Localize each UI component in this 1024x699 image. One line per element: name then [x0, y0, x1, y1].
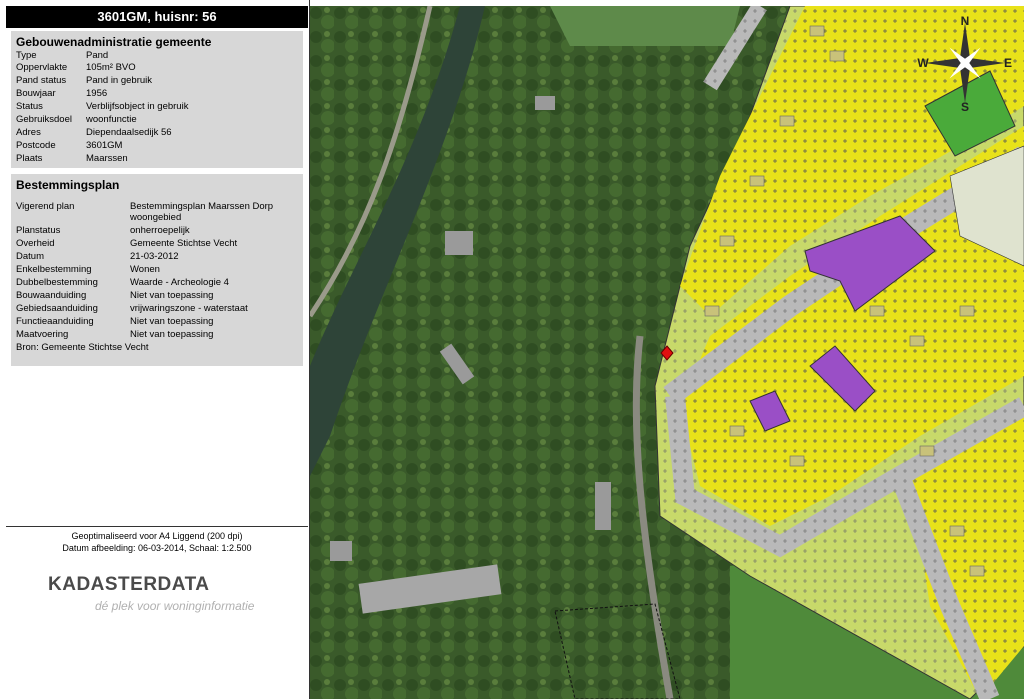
building: [330, 541, 352, 561]
kadasterdata-logo: KADASTERDATA: [48, 574, 210, 595]
compass-west: W: [917, 56, 929, 70]
compass-north: N: [961, 14, 970, 28]
building: [535, 96, 555, 110]
info-panel: 3601GM, huisnr: 56 Gebouwenadministratie…: [0, 0, 310, 699]
zoning-heading: Bestemmingsplan: [16, 178, 120, 192]
field: [550, 6, 740, 46]
compass-east: E: [1004, 56, 1012, 70]
map-view[interactable]: N E S W: [310, 6, 1024, 699]
kadasterdata-tagline: dé plek voor woninginformatie: [95, 599, 255, 613]
building-info-box: Gebouwenadministratie gemeente Type Pand …: [11, 31, 303, 168]
zoning-info-box: Bestemmingsplan Vigerend plan Bestemmings…: [11, 174, 303, 366]
building: [595, 482, 611, 530]
print-optimization-note: Geoptimaliseerd voor A4 Liggend (200 dpi…: [71, 531, 243, 541]
panel-title: 3601GM, huisnr: 56: [6, 6, 308, 28]
building-heading: Gebouwenadministratie gemeente: [16, 35, 212, 49]
building: [445, 231, 473, 255]
footer-divider: [6, 526, 308, 527]
aerial-map[interactable]: N E S W: [310, 6, 1024, 699]
compass-south: S: [961, 100, 969, 114]
image-date-scale: Datum afbeelding: 06-03-2014, Schaal: 1:…: [62, 543, 252, 553]
